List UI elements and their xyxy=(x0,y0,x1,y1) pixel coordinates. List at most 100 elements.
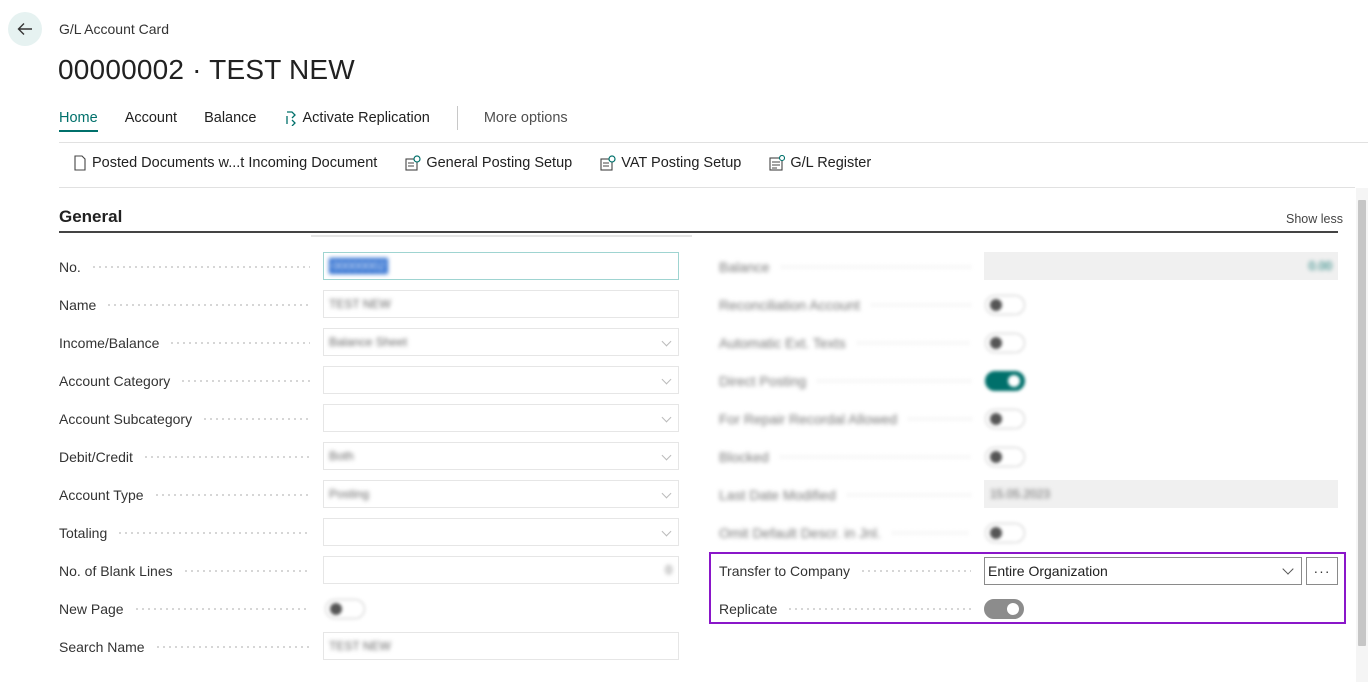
field-row-reconciliation: Reconciliation Account xyxy=(719,290,985,320)
account-subcategory-select[interactable] xyxy=(323,404,679,432)
search-name-input[interactable]: TEST NEW xyxy=(323,632,679,660)
back-button[interactable] xyxy=(8,12,42,46)
field-row-debit-credit: Debit/Credit xyxy=(59,442,324,472)
field-label: No. xyxy=(59,259,81,275)
totaling-input[interactable] xyxy=(323,518,679,546)
section-title: General xyxy=(59,207,123,226)
field-row-name: Name xyxy=(59,290,324,320)
no-input[interactable]: 00000002 xyxy=(323,252,679,280)
setup-icon xyxy=(600,155,616,171)
account-type-value: Posting xyxy=(329,487,370,501)
blank-lines-input[interactable]: 0 xyxy=(323,556,679,584)
transfer-to-company-value: Entire Organization xyxy=(988,563,1108,579)
blank-lines-value: 0 xyxy=(665,563,672,577)
field-row-new-page: New Page xyxy=(59,594,324,624)
new-page-toggle[interactable] xyxy=(325,599,365,619)
field-label: Name xyxy=(59,297,97,313)
chevron-down-icon xyxy=(661,526,672,537)
debit-credit-select[interactable]: Both xyxy=(323,442,679,470)
tab-activate-replication-label: Activate Replication xyxy=(302,110,430,126)
field-label: Account Category xyxy=(59,373,171,389)
field-row-blank-lines: No. of Blank Lines xyxy=(59,556,324,586)
field-label: For Repair Recordal Allowed xyxy=(719,411,898,427)
field-label: Debit/Credit xyxy=(59,449,133,465)
reconciliation-toggle[interactable] xyxy=(985,295,1025,315)
chevron-down-icon xyxy=(661,450,672,461)
field-label: Omit Default Descr. in Jnl. xyxy=(719,525,881,541)
tab-balance[interactable]: Balance xyxy=(204,110,256,130)
field-row-direct-posting: Direct Posting xyxy=(719,366,985,396)
field-label: Last Date Modified xyxy=(719,487,836,503)
blocked-toggle[interactable] xyxy=(985,447,1025,467)
chevron-down-icon xyxy=(661,374,672,385)
repair-recordal-toggle[interactable] xyxy=(985,409,1025,429)
chevron-down-icon xyxy=(661,412,672,423)
tab-more-options[interactable]: More options xyxy=(484,110,568,130)
document-icon xyxy=(74,155,86,171)
field-row-replicate: Replicate xyxy=(719,594,985,624)
field-row-last-date-modified: Last Date Modified xyxy=(719,480,985,510)
last-date-modified-value: 15.05.2023 xyxy=(990,487,1051,501)
replication-icon xyxy=(285,111,296,126)
field-row-no: No. xyxy=(59,252,324,282)
account-type-select[interactable]: Posting xyxy=(323,480,679,508)
field-row-search-name: Search Name xyxy=(59,632,324,662)
posted-documents-button[interactable]: Posted Documents w...t Incoming Document xyxy=(73,155,377,171)
transfer-to-company-select[interactable]: Entire Organization xyxy=(984,557,1302,585)
gl-register-button[interactable]: G/L Register xyxy=(769,155,871,171)
field-row-auto-ext-texts: Automatic Ext. Texts xyxy=(719,328,985,358)
chevron-down-icon xyxy=(661,336,672,347)
field-label: Blocked xyxy=(719,449,769,465)
field-row-income-balance: Income/Balance xyxy=(59,328,324,358)
field-label: Income/Balance xyxy=(59,335,160,351)
chevron-down-icon xyxy=(661,488,672,499)
field-label: No. of Blank Lines xyxy=(59,563,173,579)
ellipsis-icon: ··· xyxy=(1313,563,1331,579)
field-label: Totaling xyxy=(59,525,108,541)
direct-posting-toggle[interactable] xyxy=(985,371,1025,391)
field-row-balance: Balance xyxy=(719,252,985,282)
scrollbar-thumb[interactable] xyxy=(1358,200,1366,646)
field-row-account-subcategory: Account Subcategory xyxy=(59,404,324,434)
auto-ext-texts-toggle[interactable] xyxy=(985,333,1025,353)
field-label: Direct Posting xyxy=(719,373,807,389)
income-balance-select[interactable]: Balance Sheet xyxy=(323,328,679,356)
chevron-down-icon xyxy=(1282,563,1294,575)
posted-documents-label: Posted Documents w...t Incoming Document xyxy=(92,155,378,171)
omit-default-descr-toggle[interactable] xyxy=(985,523,1025,543)
show-less-link[interactable]: Show less xyxy=(1286,212,1343,226)
field-row-omit-default-descr: Omit Default Descr. in Jnl. xyxy=(719,518,985,548)
divider xyxy=(59,187,1355,188)
field-label: Balance xyxy=(719,259,770,275)
income-balance-value: Balance Sheet xyxy=(329,335,408,349)
page-title: 00000002 · TEST NEW xyxy=(58,54,355,85)
balance-value-box[interactable]: 0.00 xyxy=(984,252,1338,280)
transfer-lookup-button[interactable]: ··· xyxy=(1306,557,1338,585)
balance-value: 0.00 xyxy=(1308,259,1332,273)
register-icon xyxy=(769,155,786,171)
replicate-toggle[interactable] xyxy=(984,599,1024,619)
tab-account[interactable]: Account xyxy=(125,110,177,130)
name-value: TEST NEW xyxy=(329,297,391,311)
setup-icon xyxy=(405,155,421,171)
field-label: Replicate xyxy=(719,601,778,617)
tab-divider xyxy=(456,106,458,130)
field-label: Reconciliation Account xyxy=(719,297,860,313)
field-row-blocked: Blocked xyxy=(719,442,985,472)
account-category-select[interactable] xyxy=(323,366,679,394)
tab-home[interactable]: Home xyxy=(59,110,98,132)
name-input[interactable]: TEST NEW xyxy=(323,290,679,318)
field-label: New Page xyxy=(59,601,124,617)
page-caption: G/L Account Card xyxy=(59,21,169,37)
last-date-modified-box[interactable]: 15.05.2023 xyxy=(984,480,1338,508)
field-row-account-type: Account Type xyxy=(59,480,324,510)
divider xyxy=(59,142,1368,143)
field-row-account-category: Account Category xyxy=(59,366,324,396)
tab-activate-replication[interactable]: Activate Replication xyxy=(284,110,430,130)
general-posting-setup-button[interactable]: General Posting Setup xyxy=(405,155,572,171)
general-posting-setup-label: General Posting Setup xyxy=(426,155,573,171)
field-label: Automatic Ext. Texts xyxy=(719,335,846,351)
field-label: Transfer to Company xyxy=(719,563,850,579)
debit-credit-value: Both xyxy=(329,449,354,463)
vat-posting-setup-button[interactable]: VAT Posting Setup xyxy=(600,155,741,171)
